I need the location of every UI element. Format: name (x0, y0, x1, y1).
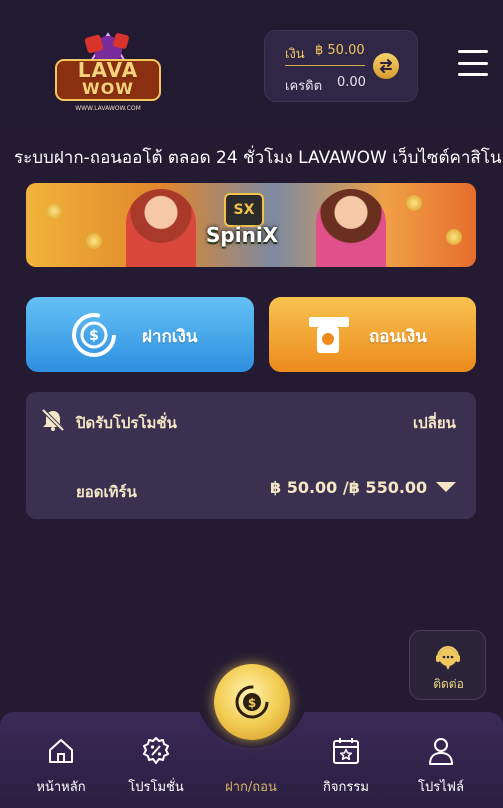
withdraw-label: ถอนเงิน (369, 327, 427, 347)
deposit-withdraw-icon: $ (235, 685, 269, 719)
nav-label-home: หน้าหลัก (36, 780, 86, 795)
contact-label: ติดต่อ (433, 677, 464, 691)
svg-text:$: $ (248, 696, 256, 710)
deposit-coin-icon: $ (70, 311, 118, 359)
nav-item-activity[interactable]: กิจกรรม (301, 736, 391, 802)
logo-url: WWW.LAVAWOW.COM (75, 105, 141, 112)
swap-arrows-icon (380, 59, 392, 73)
promo-banner[interactable]: SX SpiniX (26, 183, 476, 267)
contact-button[interactable]: ติดต่อ (409, 630, 486, 700)
wallet-divider (285, 65, 365, 66)
announcement-marquee: ระบบฝาก-ถอนออโต้ ตลอด 24 ชั่วโมง LAVAWOW… (14, 148, 502, 168)
lavawow-logo[interactable]: LAVA WOW WWW.LAVAWOW.COM (52, 22, 164, 116)
nav-item-deposit-withdraw[interactable]: ฝาก/ถอน (206, 736, 296, 802)
banner-emblem: SX (224, 193, 264, 227)
deposit-withdraw-center-button[interactable]: $ (214, 664, 290, 740)
chevron-down-icon[interactable] (436, 482, 456, 492)
nav-item-home[interactable]: หน้าหลัก (16, 736, 106, 802)
credit-row: เครดิต 0.00 (285, 75, 366, 96)
banner-brand: SpiniX (206, 223, 279, 247)
calendar-star-icon (333, 738, 359, 764)
turnover-value: ฿ 50.00 /฿ 550.00 (270, 478, 428, 497)
promotion-status: ปิดรับโปรโมชั่น (76, 414, 177, 432)
hamburger-menu-icon[interactable] (458, 50, 488, 76)
nav-label-promotion: โปรโมชั่น (128, 780, 184, 795)
swap-button[interactable] (373, 53, 399, 79)
support-chat-icon (436, 646, 460, 670)
withdraw-atm-icon (305, 311, 353, 359)
nav-label-activity: กิจกรรม (323, 780, 369, 795)
bell-off-icon (41, 408, 65, 432)
banner-character-left (126, 189, 196, 267)
balance-row: เงิน ฿ 50.00 (285, 43, 365, 64)
withdraw-button[interactable]: ถอนเงิน (269, 297, 476, 372)
credit-value: 0.00 (337, 75, 366, 90)
logo-text-wow: WOW (82, 79, 134, 98)
change-promotion-link[interactable]: เปลี่ยน (413, 411, 456, 435)
wallet-panel: เงิน ฿ 50.00 เครดิต 0.00 (264, 30, 418, 102)
turnover-label: ยอดเทิร์น (76, 483, 137, 501)
nav-label-profile: โปรไฟล์ (418, 780, 464, 795)
banner-character-right (316, 189, 386, 267)
svg-text:$: $ (89, 328, 99, 344)
nav-item-promotion[interactable]: โปรโมชั่น (111, 736, 201, 802)
deposit-label: ฝากเงิน (142, 327, 198, 347)
promotion-card: ปิดรับโปรโมชั่น เปลี่ยน ยอดเทิร์น ฿ 50.0… (26, 392, 476, 519)
nav-item-profile[interactable]: โปรไฟล์ (396, 736, 486, 802)
home-icon (49, 739, 73, 763)
credit-label: เครดิต (285, 79, 323, 94)
nav-label-deposit-withdraw: ฝาก/ถอน (225, 780, 277, 795)
promotion-badge-icon (143, 737, 169, 764)
top-bar: LAVA WOW WWW.LAVAWOW.COM เงิน ฿ 50.00 เค… (0, 0, 503, 132)
balance-value: ฿ 50.00 (315, 43, 365, 58)
user-icon (429, 738, 453, 765)
deposit-button[interactable]: $ ฝากเงิน (26, 297, 254, 372)
balance-label: เงิน (285, 47, 305, 62)
